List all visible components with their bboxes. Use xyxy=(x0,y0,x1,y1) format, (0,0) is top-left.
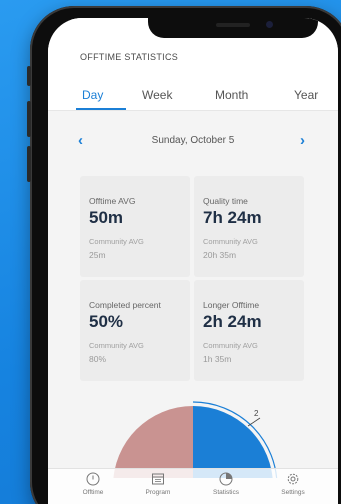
nav-settings[interactable]: Settings xyxy=(263,471,323,496)
stat-card-completed-percent: Completed percent 50% Community AVG 80% xyxy=(80,280,190,381)
scene: OFFTIME STATISTICS Day Week Month Year ‹… xyxy=(0,0,341,504)
page-title: OFFTIME STATISTICS xyxy=(80,52,179,62)
community-value: 20h 35m xyxy=(203,250,237,260)
nav-statistics[interactable]: Statistics xyxy=(196,471,256,496)
segment-label: 2 xyxy=(254,409,259,418)
app-screen: OFFTIME STATISTICS Day Week Month Year ‹… xyxy=(48,18,338,504)
stat-value: 7h 24m xyxy=(203,208,262,227)
stat-label: Completed percent xyxy=(89,300,161,310)
community-label: Community AVG xyxy=(89,341,144,350)
mute-switch xyxy=(27,66,31,86)
stat-label: Offtime AVG xyxy=(89,196,136,206)
gear-icon xyxy=(287,473,299,485)
stat-value: 2h 24m xyxy=(203,312,262,331)
nav-program[interactable]: Program xyxy=(128,471,188,496)
segment-tick xyxy=(247,417,261,427)
chevron-right-icon[interactable]: › xyxy=(300,132,305,149)
phone-notch xyxy=(148,18,318,38)
date-navigator: ‹ Sunday, October 5 › xyxy=(48,130,338,152)
stat-card-quality-time: Quality time 7h 24m Community AVG 20h 35… xyxy=(194,176,304,277)
nav-label: Statistics xyxy=(212,489,239,496)
period-tabs: Day Week Month Year xyxy=(48,68,338,111)
nav-label: Offtime xyxy=(82,489,104,496)
stat-value: 50m xyxy=(89,208,124,227)
community-label: Community AVG xyxy=(89,237,144,246)
community-value: 1h 35m xyxy=(203,354,232,364)
stat-label: Quality time xyxy=(203,196,248,206)
stat-card-longer-offtime: Longer Offtime 2h 24m Community AVG 1h 3… xyxy=(194,280,304,381)
current-date: Sunday, October 5 xyxy=(151,135,235,146)
day-pie-chart: 2 xyxy=(113,401,278,478)
stat-label: Longer Offtime xyxy=(203,300,260,310)
speaker-grille xyxy=(216,23,250,27)
volume-down-button xyxy=(27,146,31,182)
bottom-navigation: Offtime Program Statistics Settings xyxy=(48,468,338,504)
stat-value: 50% xyxy=(89,312,124,331)
community-label: Community AVG xyxy=(203,341,258,350)
calendar-icon xyxy=(152,473,164,485)
community-label: Community AVG xyxy=(203,237,258,246)
community-value: 25m xyxy=(89,250,106,260)
nav-offtime[interactable]: Offtime xyxy=(63,471,123,496)
nav-label: Settings xyxy=(281,489,305,496)
tab-month[interactable]: Month xyxy=(215,88,248,102)
stats-grid: Offtime AVG 50m Community AVG 25m Qualit… xyxy=(80,176,306,381)
front-camera xyxy=(266,21,273,28)
pie-chart-icon xyxy=(219,472,233,486)
stat-card-offtime-avg: Offtime AVG 50m Community AVG 25m xyxy=(80,176,190,277)
clock-icon xyxy=(86,472,100,486)
volume-up-button xyxy=(27,101,31,137)
tab-year[interactable]: Year xyxy=(294,88,318,102)
nav-label: Program xyxy=(145,489,171,496)
active-tab-indicator xyxy=(76,108,126,110)
tab-day[interactable]: Day xyxy=(82,88,103,102)
tab-week[interactable]: Week xyxy=(142,88,172,102)
community-value: 80% xyxy=(89,354,107,364)
